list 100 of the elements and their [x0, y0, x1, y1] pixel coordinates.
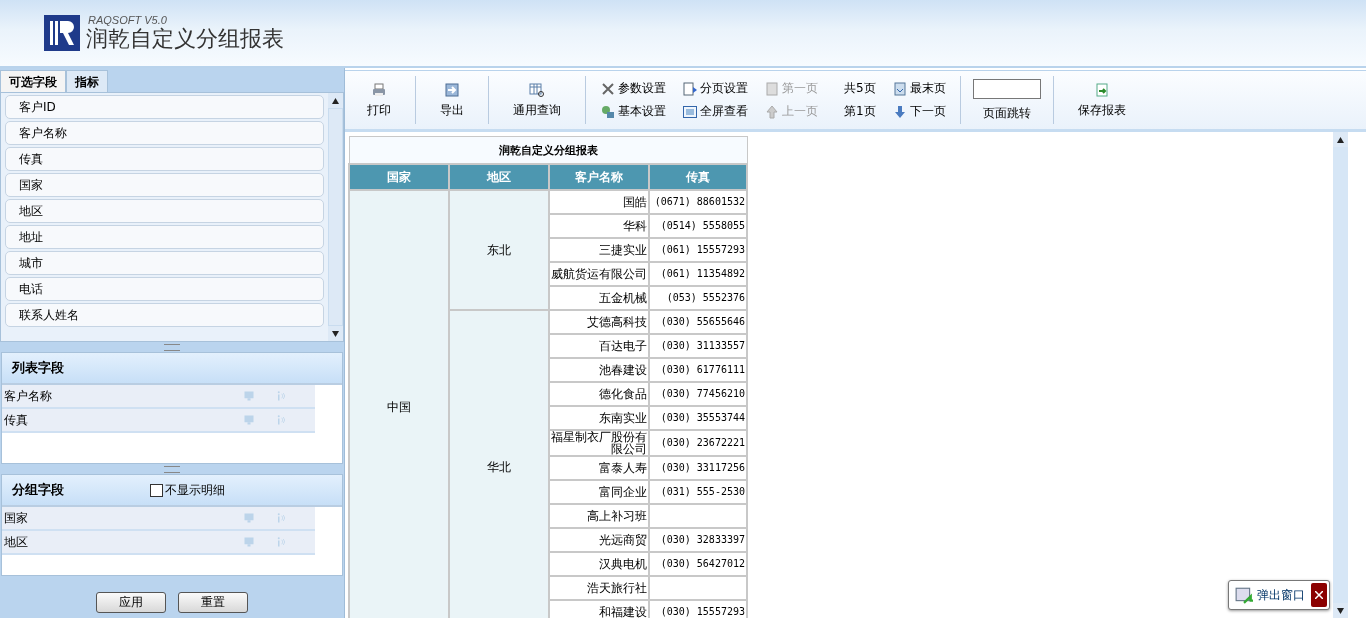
table-cell: 百达电子 — [549, 334, 649, 358]
table-cell: 中国 — [349, 190, 449, 618]
toolbar-button[interactable]: 参数设置 — [600, 80, 666, 97]
table-cell: 富泰人寿 — [549, 456, 649, 480]
table-cell: 东南实业 — [549, 406, 649, 430]
toolbar-button[interactable]: 通用查询 — [495, 81, 579, 119]
monitor-icon — [243, 536, 255, 548]
last-page-icon — [891, 80, 908, 97]
table-cell: (053) 5552376 — [649, 286, 747, 310]
field-item[interactable]: 地址 — [5, 225, 324, 249]
field-row[interactable]: 地区 — [2, 531, 315, 555]
table-cell: 高上补习班 — [549, 504, 649, 528]
table-cell: 五金机械 — [549, 286, 649, 310]
table-cell: 威航货运有限公司 — [549, 262, 649, 286]
info-icon — [275, 512, 287, 524]
table-search-icon — [529, 81, 545, 98]
panel-button[interactable]: 应用 — [96, 591, 166, 613]
toolbar-button[interactable]: 最末页 — [891, 80, 946, 97]
monitor-icon — [243, 512, 255, 524]
table-cell: 光远商贸 — [549, 528, 649, 552]
toolbar-button[interactable]: 基本设置 — [600, 103, 666, 120]
table-cell: 三捷实业 — [549, 238, 649, 262]
table-cell: 汉典电机 — [549, 552, 649, 576]
monitor-icon — [243, 414, 255, 426]
splitter-handle[interactable] — [164, 343, 180, 351]
report-title: 润乾自定义分组报表 — [349, 136, 747, 164]
field-row[interactable]: 客户名称 — [2, 385, 315, 409]
monitor-icon — [243, 390, 255, 402]
toolbar-button[interactable]: 分页设置 — [682, 80, 748, 97]
table-cell: 国皓 — [549, 190, 649, 214]
field-item[interactable]: 传真 — [5, 147, 324, 171]
toolbar-button[interactable]: 保存报表 — [1059, 81, 1144, 119]
info-icon — [275, 390, 287, 402]
toolbar-button[interactable]: 下一页 — [891, 103, 946, 120]
logo-icon — [44, 15, 80, 51]
toolbar-button[interactable]: 导出 — [422, 81, 482, 119]
field-item[interactable]: 客户名称 — [5, 121, 324, 145]
field-item[interactable]: 国家 — [5, 173, 324, 197]
printer-icon — [371, 81, 387, 98]
table-cell: (030) 32833397 — [649, 528, 747, 552]
info-icon — [275, 414, 287, 426]
info-icon — [275, 536, 287, 548]
close-button[interactable] — [1311, 583, 1327, 607]
field-item[interactable]: 联系人姓名 — [5, 303, 324, 327]
splitter-handle[interactable] — [164, 465, 180, 473]
export-icon — [444, 81, 460, 98]
field-item[interactable]: 城市 — [5, 251, 324, 275]
page-setup-icon — [682, 80, 698, 97]
table-cell: (0514) 5558055 — [649, 214, 747, 238]
brand-subtitle: RAQSOFT V5.0 — [88, 14, 168, 26]
table-cell: (030) 61776111 — [649, 358, 747, 382]
table-cell: 富同企业 — [549, 480, 649, 504]
first-page-icon — [764, 80, 780, 97]
field-row[interactable]: 传真 — [2, 409, 315, 433]
table-cell: 东北 — [449, 190, 549, 310]
column-header: 客户名称 — [549, 164, 649, 190]
table-cell: (061) 15557293 — [649, 238, 747, 262]
scroll-up-arrow-icon[interactable] — [1337, 136, 1344, 143]
field-item[interactable]: 电话 — [5, 277, 324, 301]
hide-details-checkbox[interactable]: 不显示明细 — [150, 481, 225, 499]
popup-window-button[interactable]: 弹出窗口 — [1228, 580, 1330, 610]
settings-icon — [600, 103, 616, 120]
table-cell: (030) 55655646 — [649, 310, 747, 334]
table-cell: (0671) 88601532 — [649, 190, 747, 214]
page-number-input[interactable] — [972, 78, 1041, 99]
column-header: 传真 — [649, 164, 747, 190]
field-item[interactable]: 客户ID — [5, 95, 324, 119]
app-title: 润乾自定义分组报表 — [86, 26, 284, 52]
close-icon[interactable] — [1315, 591, 1323, 599]
page-jump-button[interactable]: 页面跳转 — [982, 104, 1031, 122]
table-cell: (031) 555-2530 — [649, 480, 747, 504]
panel-tab[interactable]: 可选字段 — [0, 70, 66, 92]
column-header: 地区 — [449, 164, 549, 190]
window-icon — [1235, 586, 1253, 604]
panel-button[interactable]: 重置 — [178, 591, 248, 613]
table-cell: (030) 56427012 — [649, 552, 747, 576]
scroll-down-arrow-icon[interactable] — [332, 330, 339, 337]
scrollbar[interactable] — [1333, 132, 1348, 618]
tools-icon — [600, 80, 616, 97]
table-cell: 华北 — [449, 310, 549, 618]
table-cell: (030) 33117256 — [649, 456, 747, 480]
table-cell: (030) 77456210 — [649, 382, 747, 406]
field-row[interactable]: 国家 — [2, 507, 315, 531]
toolbar-button[interactable]: 打印 — [349, 81, 409, 119]
page-count: 第1页 — [843, 103, 876, 120]
table-cell: 艾德高科技 — [549, 310, 649, 334]
field-item[interactable]: 地区 — [5, 199, 324, 223]
table-cell: 浩天旅行社 — [549, 576, 649, 600]
scroll-down-arrow-icon[interactable] — [1337, 607, 1344, 614]
save-icon — [1093, 81, 1110, 98]
page-count: 共5页 — [843, 80, 876, 97]
panel-tab[interactable]: 指标 — [66, 70, 108, 92]
scroll-up-arrow-icon[interactable] — [332, 97, 339, 104]
table-cell: 德化食品 — [549, 382, 649, 406]
scrollbar[interactable] — [328, 93, 343, 341]
table-cell: (030) 35553744 — [649, 406, 747, 430]
toolbar-button[interactable]: 全屏查看 — [682, 103, 748, 120]
table-cell: (061) 11354892 — [649, 262, 747, 286]
section-title: 列表字段 — [12, 359, 65, 377]
fullscreen-icon — [682, 103, 698, 120]
